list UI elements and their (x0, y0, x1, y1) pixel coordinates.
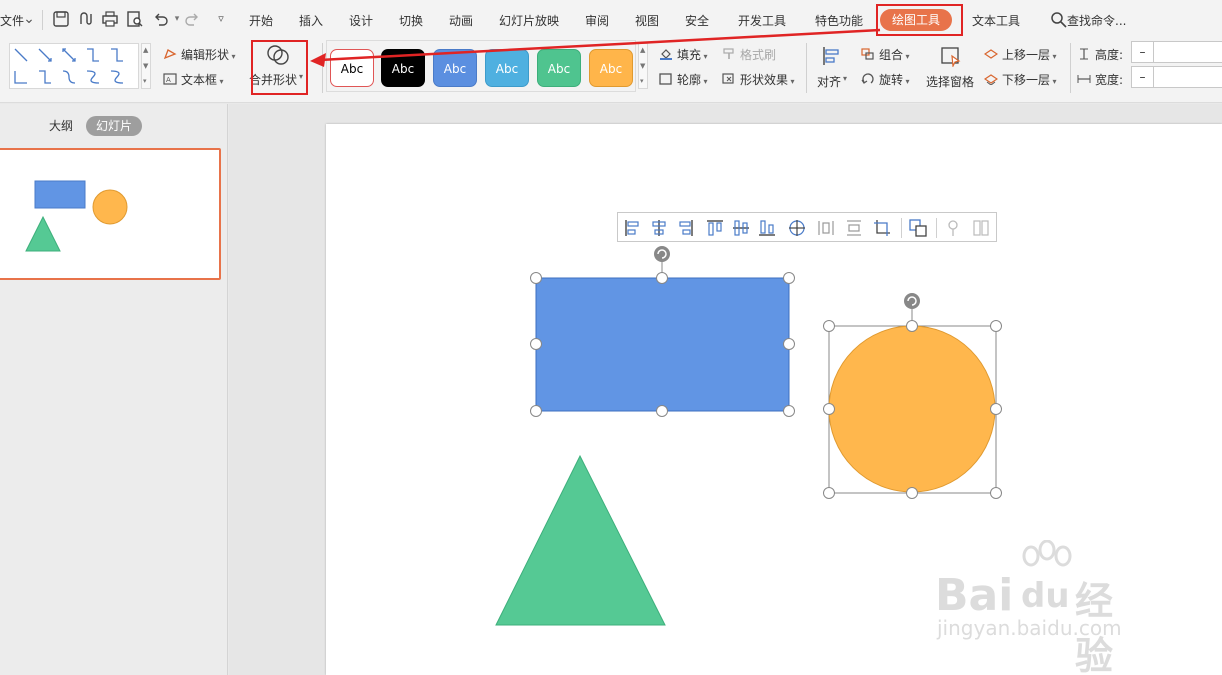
align-center-both-icon[interactable] (787, 218, 807, 238)
tab-slides[interactable]: 幻灯片 (86, 116, 143, 136)
rectangle-shape[interactable] (535, 277, 790, 412)
circle-shape[interactable] (828, 325, 996, 493)
divider (901, 218, 902, 238)
slides-panel: 大纲 幻灯片 (0, 104, 228, 675)
resize-handle[interactable] (906, 487, 918, 499)
resize-handle[interactable] (530, 405, 542, 417)
divider (936, 218, 937, 238)
resize-handle[interactable] (656, 405, 668, 417)
align-middle-icon[interactable] (731, 218, 751, 238)
watermark-url: jingyan.baidu.com (937, 616, 1122, 640)
distribute-vertical-icon[interactable] (844, 218, 864, 238)
align-center-icon[interactable] (649, 218, 669, 238)
align-bottom-icon[interactable] (757, 218, 777, 238)
tab-outline[interactable]: 大纲 (49, 116, 73, 136)
floating-align-toolbar (617, 212, 997, 242)
resize-handle[interactable] (783, 405, 795, 417)
resize-handle[interactable] (823, 403, 835, 415)
watermark-brand-2: du (1021, 576, 1070, 616)
resize-handle[interactable] (783, 338, 795, 350)
annotation-arrow (310, 28, 881, 67)
resize-handle[interactable] (656, 272, 668, 284)
resize-handle[interactable] (530, 338, 542, 350)
split-icon[interactable] (971, 218, 991, 238)
triangle-shape[interactable] (495, 454, 666, 626)
slide-shapes (495, 246, 997, 626)
resize-handle[interactable] (990, 487, 1002, 499)
pin-icon[interactable] (943, 218, 963, 238)
resize-handle[interactable] (990, 320, 1002, 332)
resize-handle[interactable] (823, 487, 835, 499)
resize-handle[interactable] (906, 320, 918, 332)
rotate-handle-icon[interactable] (654, 246, 670, 262)
resize-handle[interactable] (990, 403, 1002, 415)
align-right-icon[interactable] (675, 218, 695, 238)
resize-handle[interactable] (530, 272, 542, 284)
slide-thumbnail[interactable] (0, 148, 221, 280)
align-top-icon[interactable] (705, 218, 725, 238)
resize-handle[interactable] (783, 272, 795, 284)
slide-thumbnail-preview (25, 180, 128, 252)
watermark-brand: Bai (935, 570, 1014, 621)
resize-handle[interactable] (823, 320, 835, 332)
crop-icon[interactable] (872, 218, 892, 238)
rotate-handle-icon[interactable] (904, 293, 920, 309)
group-objects-icon[interactable] (908, 218, 928, 238)
align-left-icon[interactable] (623, 218, 643, 238)
distribute-horizontal-icon[interactable] (816, 218, 836, 238)
